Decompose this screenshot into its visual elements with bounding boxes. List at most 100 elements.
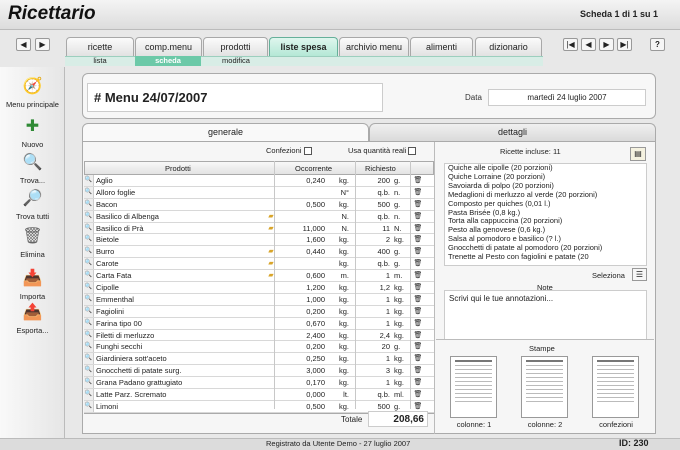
table-row[interactable]: 🔍 Carote ▰ kg. q.b. g. 🗑 [84,258,434,271]
trash-icon[interactable]: 🗑 [412,389,424,400]
trash-icon[interactable]: 🗑 [412,294,424,305]
magnifier-icon[interactable]: 🔍 [84,293,94,305]
richiesto-qty[interactable]: 400 [354,246,390,257]
richiesto-qty[interactable]: 20 [354,341,390,352]
table-row[interactable]: 🔍 Basilico di Prà ▰ 11,000 N. 11 N. 🗑 [84,222,434,235]
list-item[interactable]: Medaglioni di merluzzo al verde (20 porz… [445,191,646,200]
trash-icon[interactable]: 🗑 [412,306,424,317]
table-row[interactable]: 🔍 Burro ▰ 0,440 kg. 400 g. 🗑 [84,246,434,259]
table-row[interactable]: 🔍 Fagiolini 0,200 kg. 1 kg. 🗑 [84,305,434,318]
magnifier-icon[interactable]: 🔍 [84,389,94,401]
trash-icon[interactable]: 🗑 [412,377,424,388]
tab-prodotti[interactable]: prodotti [203,37,268,56]
magnifier-icon[interactable]: 🔍 [84,400,94,412]
richiesto-qty[interactable]: 1 [354,377,390,388]
sidebar-import[interactable]: 📥 Importa [0,268,65,301]
print-thumbnail-1[interactable] [450,356,497,418]
confezioni-checkbox[interactable] [303,147,312,156]
magnifier-icon[interactable]: 🔍 [84,258,94,270]
table-row[interactable]: 🔍 Cipolle 1,200 kg. 1,2 kg. 🗑 [84,282,434,294]
magnifier-icon[interactable]: 🔍 [84,186,94,198]
table-row[interactable]: 🔍 Funghi secchi 0,200 kg. 20 g. 🗑 [84,341,434,354]
subtab-scheda[interactable]: scheda [135,56,201,66]
richiesto-qty[interactable]: 500 [354,199,390,210]
richiesto-qty[interactable]: 1,2 [354,282,390,293]
print-thumbnail-3[interactable] [592,356,639,418]
richiesto-qty[interactable]: q.b. [354,389,390,400]
subtab-lista[interactable]: lista [70,56,130,66]
tab-dizionario[interactable]: dizionario [475,37,542,56]
tab-archivio-menu[interactable]: archivio menu [339,37,409,56]
tab-comp-menu[interactable]: comp.menu [135,37,202,56]
list-item[interactable]: Quiche Lorraine (20 porzioni) [445,173,646,182]
table-row[interactable]: 🔍 Emmenthal 1,000 kg. 1 kg. 🗑 [84,293,434,306]
richiesto-qty[interactable]: 11 [354,223,390,234]
list-item[interactable]: Torta alla cappuccina (20 porzioni) [445,217,646,226]
table-row[interactable]: 🔍 Filetti di merluzzo 2,400 kg. 2,4 kg. 🗑 [84,329,434,342]
trash-icon[interactable]: 🗑 [412,282,424,293]
trash-icon[interactable]: 🗑 [412,270,424,281]
list-item[interactable]: Salsa al pomodoro e basilico (? l.) [445,235,646,244]
magnifier-icon[interactable]: 🔍 [84,222,94,234]
trash-icon[interactable]: 🗑 [412,223,424,234]
last-record-button[interactable]: ▶| [617,38,632,51]
list-item[interactable]: Pasta Brisée (0,8 kg.) [445,209,646,218]
print-thumbnail-2[interactable] [521,356,568,418]
select-button[interactable]: ☰ [632,268,647,281]
tab-liste-spesa[interactable]: liste spesa [269,37,338,56]
table-row[interactable]: 🔍 Carta Fata ▰ 0,600 m. 1 m. 🗑 [84,270,434,283]
next-record-button[interactable]: ▶ [599,38,614,51]
richiesto-qty[interactable]: 200 [354,175,390,186]
richiesto-qty[interactable]: q.b. [354,187,390,198]
richiesto-qty[interactable]: 1 [354,294,390,305]
magnifier-icon[interactable]: 🔍 [84,305,94,317]
magnifier-icon[interactable]: 🔍 [84,329,94,341]
trash-icon[interactable]: 🗑 [412,318,424,329]
sidebar-new-record[interactable]: ✚ Nuovo [0,116,65,149]
table-row[interactable]: 🔍 Farina tipo 00 0,670 kg. 1 kg. 🗑 [84,317,434,330]
quantita-reali-checkbox[interactable] [408,147,417,156]
trash-icon[interactable]: 🗑 [412,246,424,257]
magnifier-icon[interactable]: 🔍 [84,198,94,210]
prev-record-button[interactable]: ◀ [581,38,596,51]
magnifier-icon[interactable]: 🔍 [84,175,94,186]
recipes-list[interactable]: Quiche alle cipolle (20 porzioni) Quiche … [444,163,647,266]
sidebar-trash[interactable]: 🗑 Elimina [0,226,65,259]
richiesto-qty[interactable]: 1 [354,270,390,281]
table-row[interactable]: 🔍 Grana Padano grattugiato 0,170 kg. 1 kg. 🗑 [84,377,434,390]
richiesto-qty[interactable]: 1 [354,306,390,317]
recipes-detail-button[interactable]: ▤ [630,147,646,161]
magnifier-icon[interactable]: 🔍 [84,365,94,377]
trash-icon[interactable]: 🗑 [412,330,424,341]
table-row[interactable]: 🔍 Bietole 1,600 kg. 2 kg. 🗑 [84,234,434,247]
magnifier-icon[interactable]: 🔍 [84,246,94,258]
magnifier-icon[interactable]: 🔍 [84,210,94,222]
trash-icon[interactable]: 🗑 [412,353,424,364]
table-row[interactable]: 🔍 Aglio 0,240 kg. 200 g. 🗑 [84,175,434,187]
tab-ricette[interactable]: ricette [66,37,134,56]
table-row[interactable]: 🔍 Latte Parz. Scremato 0,000 lt. q.b. ml. 🗑 [84,389,434,401]
magnifier-icon[interactable]: 🔍 [84,270,94,282]
magnifier-icon[interactable]: 🔍 [84,377,94,389]
table-row[interactable]: 🔍 Basilico di Albenga ▰ N. q.b. n. 🗑 [84,210,434,223]
richiesto-qty[interactable]: q.b. [354,258,390,269]
menu-title[interactable]: # Menu 24/07/2007 [87,83,383,112]
list-item[interactable]: Pesto alla genovese (0,6 kg.) [445,226,646,235]
table-row[interactable]: 🔍 Giardiniera sott'aceto 0,250 kg. 1 kg. 🗑 [84,353,434,366]
richiesto-qty[interactable]: 2 [354,234,390,245]
date-field[interactable]: martedì 24 luglio 2007 [488,89,646,106]
tab-generale[interactable]: generale [82,123,369,141]
magnifier-icon[interactable]: 🔍 [84,353,94,365]
magnifier-icon[interactable]: 🔍 [84,341,94,353]
tab-dettagli[interactable]: dettagli [369,123,656,141]
list-item[interactable]: Quiche alle cipolle (20 porzioni) [445,164,646,173]
table-row[interactable]: 🔍 Bacon 0,500 kg. 500 g. 🗑 [84,198,434,211]
richiesto-qty[interactable]: 1 [354,318,390,329]
richiesto-qty[interactable]: 3 [354,365,390,376]
list-item[interactable]: Trenette al Pesto con fagiolini e patate… [445,253,646,262]
sidebar-compass[interactable]: 🧭 Menu principale [0,76,65,109]
tab-alimenti[interactable]: alimenti [410,37,473,56]
table-row[interactable]: 🔍 Gnocchetti di patate surg. 3,000 kg. 3 kg. 🗑 [84,365,434,378]
list-item[interactable]: Composto per quiches (0,01 l.) [445,200,646,209]
trash-icon[interactable]: 🗑 [412,175,424,186]
